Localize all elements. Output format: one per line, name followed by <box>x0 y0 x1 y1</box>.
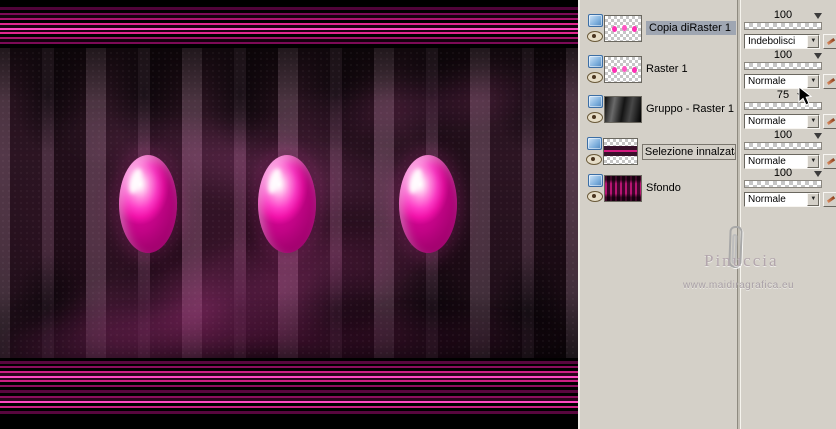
egg-socket <box>100 128 196 280</box>
opacity-slider[interactable] <box>744 22 822 30</box>
blend-mode-select[interactable]: Normale ▼ <box>744 114 821 129</box>
link-toggle-button[interactable] <box>823 74 836 89</box>
layer-name[interactable]: Selezione innalzata <box>641 144 736 160</box>
eye-icon[interactable] <box>587 31 603 42</box>
layer-row[interactable]: Gruppo - Raster 1 <box>586 93 736 129</box>
layer-controls: 100 Normale ▼ <box>744 50 836 89</box>
blend-mode-select[interactable]: Indebolisci ▼ <box>744 34 821 49</box>
layer-name[interactable]: Raster 1 <box>646 62 736 76</box>
raster-layer-icon <box>587 174 603 187</box>
layer-controls: 100 Normale ▼ <box>744 168 836 207</box>
raster-layer-icon <box>587 14 603 27</box>
chevron-down-icon[interactable]: ▼ <box>807 35 820 48</box>
eye-icon[interactable] <box>587 112 603 123</box>
layer-thumbnail[interactable] <box>604 15 642 42</box>
layer-thumbnail[interactable] <box>602 138 638 165</box>
egg-socket <box>380 128 476 280</box>
group-layer-icon <box>587 95 603 108</box>
opacity-readout: 100 <box>744 10 822 21</box>
eye-icon[interactable] <box>586 154 603 165</box>
layer-name[interactable]: Gruppo - Raster 1 <box>646 102 736 116</box>
blend-mode-value: Indebolisci <box>748 36 796 47</box>
opacity-readout: 100 <box>744 50 822 61</box>
layer-controls: 100 Normale ▼ <box>744 130 836 169</box>
opacity-value: 100 <box>773 49 793 61</box>
opacity-slider[interactable] <box>744 62 822 70</box>
layer-row[interactable]: Sfondo <box>586 172 736 208</box>
paperclip-icon <box>728 225 743 269</box>
link-toggle-button[interactable] <box>823 114 836 129</box>
opacity-value: 100 <box>773 9 793 21</box>
opacity-slider-thumb[interactable] <box>814 133 822 139</box>
bottom-stripes-border <box>0 358 578 420</box>
chevron-down-icon[interactable]: ▼ <box>807 115 820 128</box>
opacity-slider-thumb[interactable] <box>814 53 822 59</box>
link-toggle-button[interactable] <box>823 34 836 49</box>
opacity-value: 100 <box>773 167 793 179</box>
layer-icon-column <box>586 53 604 83</box>
screenshot: Copia diRaster 1 Raster 1 Gruppo - Raste… <box>0 0 836 429</box>
layers-panel: Copia diRaster 1 Raster 1 Gruppo - Raste… <box>578 0 836 429</box>
pink-egg <box>258 155 316 253</box>
opacity-slider[interactable] <box>744 180 822 188</box>
layer-thumbnail[interactable] <box>604 96 642 123</box>
opacity-value: 100 <box>773 129 793 141</box>
layer-thumbnail[interactable] <box>604 56 642 83</box>
raster-layer-icon <box>586 137 602 150</box>
pink-egg <box>119 155 177 253</box>
chevron-down-icon[interactable]: ▼ <box>807 193 820 206</box>
eye-icon[interactable] <box>587 191 603 202</box>
layer-icon-column <box>586 12 604 42</box>
canvas-image <box>0 0 578 429</box>
raster-layer-icon <box>587 55 603 68</box>
layer-controls: 75 Normale ▼ <box>744 90 836 129</box>
cursor-arrow-icon <box>798 85 813 111</box>
opacity-readout: 100 <box>744 168 822 179</box>
panel-divider <box>737 0 741 429</box>
layer-name[interactable]: Copia diRaster 1 <box>646 21 736 35</box>
blend-mode-select[interactable]: Normale ▼ <box>744 192 821 207</box>
pink-egg <box>399 155 457 253</box>
eye-icon[interactable] <box>587 72 603 83</box>
layer-controls: 100 Indebolisci ▼ <box>744 10 836 49</box>
opacity-readout: 100 <box>744 130 822 141</box>
blend-mode-value: Normale <box>748 116 786 127</box>
opacity-slider-thumb[interactable] <box>814 13 822 19</box>
layer-thumbnail[interactable] <box>604 175 642 202</box>
top-stripes-border <box>0 4 578 48</box>
link-toggle-button[interactable] <box>823 154 836 169</box>
link-toggle-button[interactable] <box>823 192 836 207</box>
opacity-slider[interactable] <box>744 142 822 150</box>
blend-mode-value: Normale <box>748 194 786 205</box>
layer-icon-column <box>586 172 604 202</box>
opacity-slider-thumb[interactable] <box>814 171 822 177</box>
layer-row[interactable]: Selezione innalzata <box>586 135 736 171</box>
layer-name[interactable]: Sfondo <box>646 181 736 195</box>
layer-icon-column <box>586 93 604 123</box>
layer-row[interactable]: Copia diRaster 1 <box>586 12 736 48</box>
chevron-down-icon[interactable]: ▼ <box>807 155 820 168</box>
layer-icon-column <box>586 135 603 165</box>
egg-socket <box>239 128 335 280</box>
layer-row[interactable]: Raster 1 <box>586 53 736 89</box>
